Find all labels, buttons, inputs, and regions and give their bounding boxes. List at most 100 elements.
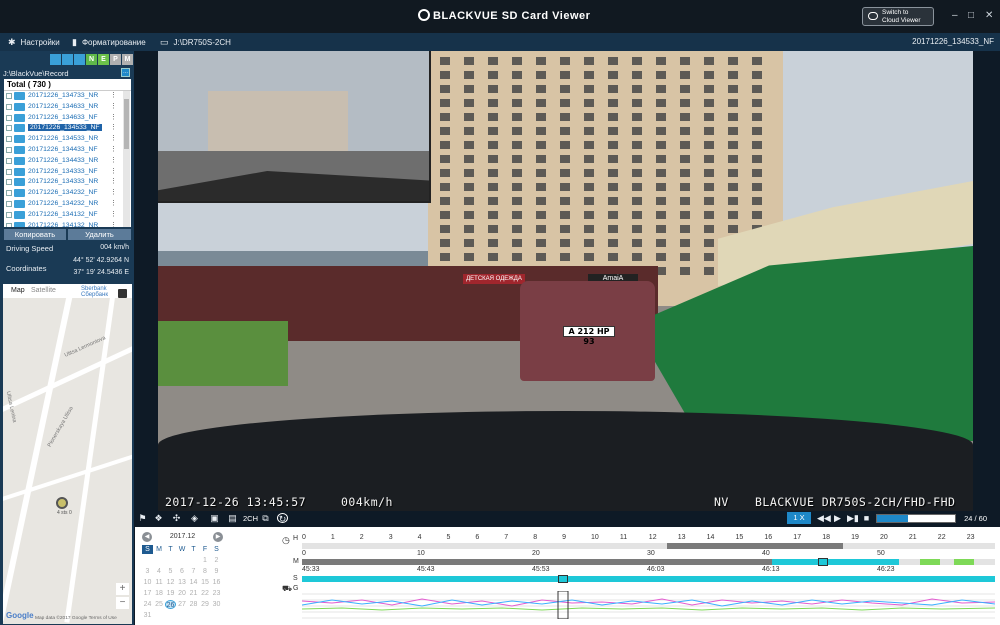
calendar-day[interactable]: 12 bbox=[165, 578, 176, 587]
calendar-day[interactable]: 14 bbox=[188, 578, 199, 587]
file-list-item[interactable]: 20171226_134333_NR ⋮ bbox=[4, 177, 131, 188]
filter-event[interactable]: E bbox=[98, 54, 109, 65]
filter-all-both[interactable] bbox=[74, 54, 85, 65]
calendar-day[interactable]: 4 bbox=[154, 567, 165, 576]
filter-manual[interactable]: M bbox=[122, 54, 133, 65]
calendar-day[interactable]: 22 bbox=[200, 589, 211, 598]
path-menu-button[interactable]: ... bbox=[121, 68, 130, 77]
file-list-item[interactable]: 20171226_134433_NF ⋮ bbox=[4, 145, 131, 156]
calendar-day[interactable]: 27 bbox=[177, 600, 188, 609]
playback-progress-bar[interactable] bbox=[876, 514, 956, 523]
vehicle-location-marker-icon[interactable] bbox=[56, 497, 68, 509]
file-list-item[interactable]: 20171226_134633_NF ⋮ bbox=[4, 113, 131, 124]
calendar-day[interactable]: 10 bbox=[142, 578, 153, 587]
calendar-next-button[interactable]: ▶ bbox=[213, 532, 223, 542]
file-checkbox[interactable] bbox=[6, 114, 12, 121]
file-more-icon[interactable]: ⋮ bbox=[110, 102, 117, 110]
settings-button[interactable]: ✱ Настройки bbox=[8, 37, 60, 48]
calendar-day[interactable]: 24 bbox=[142, 600, 153, 609]
file-more-icon[interactable]: ⋮ bbox=[110, 199, 117, 207]
file-checkbox[interactable] bbox=[6, 125, 12, 132]
tab-map[interactable]: Map bbox=[11, 287, 25, 294]
second-playhead[interactable] bbox=[558, 575, 568, 583]
file-list-item[interactable]: 20171226_134132_NF ⋮ bbox=[4, 210, 131, 221]
file-list-item[interactable]: 20171226_134733_NR ⋮ bbox=[4, 91, 131, 102]
tab-satellite[interactable]: Satellite bbox=[31, 287, 56, 294]
file-list-item[interactable]: 20171226_134533_NR ⋮ bbox=[4, 134, 131, 145]
file-checkbox[interactable] bbox=[6, 168, 12, 175]
calendar-day[interactable]: 16 bbox=[211, 578, 222, 587]
filter-all-rear[interactable] bbox=[62, 54, 73, 65]
calendar-day[interactable]: 18 bbox=[154, 589, 165, 598]
file-checkbox[interactable] bbox=[6, 179, 12, 186]
file-more-icon[interactable]: ⋮ bbox=[110, 167, 117, 175]
timeline[interactable]: ◷ H 0 1 2 3 4 5 6 7 8 9 10 11 12 13 14 15 16 17 18 19 20 21 22… bbox=[280, 532, 1000, 622]
switch-to-cloud-viewer-button[interactable]: Switch to Cloud Viewer bbox=[862, 7, 934, 26]
hour-track[interactable] bbox=[302, 543, 995, 549]
flag-icon[interactable]: ⚑ bbox=[137, 513, 148, 523]
file-list-item[interactable]: 20171226_134633_NR ⋮ bbox=[4, 102, 131, 113]
calendar-day[interactable]: 26 bbox=[165, 600, 176, 609]
file-list-item[interactable]: 20171226_134333_NF ⋮ bbox=[4, 167, 131, 178]
file-checkbox[interactable] bbox=[6, 190, 12, 197]
calendar-day[interactable]: 20 bbox=[177, 589, 188, 598]
file-checkbox[interactable] bbox=[6, 200, 12, 207]
file-checkbox[interactable] bbox=[6, 103, 12, 110]
calendar-day[interactable]: 30 bbox=[211, 600, 222, 609]
pip-swap-icon[interactable]: ⧉ bbox=[260, 513, 271, 523]
stop-icon[interactable]: ■ bbox=[861, 513, 872, 523]
calendar-day[interactable]: 7 bbox=[188, 567, 199, 576]
file-checkbox[interactable] bbox=[6, 136, 12, 143]
filter-all-front[interactable] bbox=[50, 54, 61, 65]
calendar-day[interactable]: 6 bbox=[177, 567, 188, 576]
file-more-icon[interactable]: ⋮ bbox=[110, 134, 117, 142]
copy-button[interactable]: Копировать bbox=[4, 229, 66, 240]
filter-normal[interactable]: N bbox=[86, 54, 97, 65]
calendar-day[interactable]: 5 bbox=[165, 567, 176, 576]
map-view[interactable]: Map Satellite Sberbank Сбербанк Ulitsa L… bbox=[3, 284, 132, 624]
maximize-button[interactable]: □ bbox=[968, 10, 974, 21]
calendar-day[interactable]: 25 bbox=[154, 600, 165, 609]
calendar-day[interactable]: 11 bbox=[154, 578, 165, 587]
file-more-icon[interactable]: ⋮ bbox=[110, 156, 117, 164]
file-more-icon[interactable]: ⋮ bbox=[110, 91, 117, 99]
playback-speed-button[interactable]: 1 X bbox=[787, 512, 811, 524]
file-list-item[interactable]: 20171226_134232_NF ⋮ bbox=[4, 188, 131, 199]
refresh-icon[interactable]: ↻ bbox=[277, 513, 288, 524]
minute-playhead[interactable] bbox=[818, 558, 828, 566]
camera-icon[interactable]: ▣ bbox=[209, 513, 220, 523]
format-button[interactable]: ▮ Форматирование bbox=[72, 37, 146, 48]
delete-button[interactable]: Удалить bbox=[68, 229, 131, 240]
calendar-day[interactable]: 15 bbox=[200, 578, 211, 587]
map-zoom-out-button[interactable]: − bbox=[116, 597, 129, 609]
second-track[interactable] bbox=[302, 575, 995, 583]
fullscreen-map-icon[interactable] bbox=[118, 289, 127, 298]
channel-label[interactable]: 2CH bbox=[243, 514, 258, 523]
calendar-day[interactable]: 28 bbox=[188, 600, 199, 609]
g-sensor-chart[interactable] bbox=[302, 591, 995, 619]
video-player-front[interactable]: ДЕТСКАЯ ОДЕЖДА AmaiA А 212 НР 93 2017-12… bbox=[158, 51, 973, 513]
close-button[interactable]: ✕ bbox=[985, 10, 993, 21]
scrollbar-thumb[interactable] bbox=[124, 99, 129, 149]
file-more-icon[interactable]: ⋮ bbox=[110, 145, 117, 153]
calendar-day[interactable]: 23 bbox=[211, 589, 222, 598]
next-icon[interactable]: ▶▮ bbox=[847, 513, 859, 523]
video-player-rear[interactable] bbox=[158, 51, 431, 203]
file-more-icon[interactable]: ⋮ bbox=[110, 210, 117, 218]
file-list-item[interactable]: 20171226_134232_NR ⋮ bbox=[4, 199, 131, 210]
file-more-icon[interactable]: ⋮ bbox=[110, 123, 117, 131]
file-more-icon[interactable]: ⋮ bbox=[110, 188, 117, 196]
file-checkbox[interactable] bbox=[6, 146, 12, 153]
calendar-day[interactable]: 17 bbox=[142, 589, 153, 598]
print-icon[interactable]: ▤ bbox=[227, 513, 238, 523]
map-zoom-in-button[interactable]: + bbox=[116, 583, 129, 595]
mirror-icon[interactable]: ◈ bbox=[189, 513, 200, 523]
file-checkbox[interactable] bbox=[6, 222, 12, 227]
calendar-day[interactable]: 13 bbox=[177, 578, 188, 587]
file-checkbox[interactable] bbox=[6, 93, 12, 99]
calendar-day[interactable]: 29 bbox=[200, 600, 211, 609]
file-list-scrollbar[interactable] bbox=[123, 91, 130, 227]
calendar-day[interactable]: 3 bbox=[142, 567, 153, 576]
file-more-icon[interactable]: ⋮ bbox=[110, 177, 117, 185]
filter-parking[interactable]: P bbox=[110, 54, 121, 65]
